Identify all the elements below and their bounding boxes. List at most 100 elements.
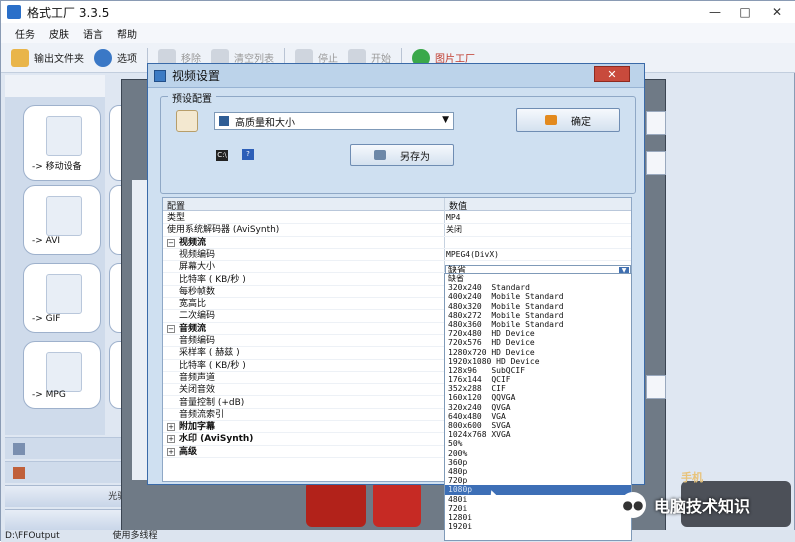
category-music[interactable] bbox=[5, 437, 133, 459]
background-window-button[interactable] bbox=[646, 111, 666, 135]
screen-size-option[interactable]: 480x320 Mobile Standard bbox=[445, 302, 631, 311]
grid-row-key: 比特率 ( KB/秒 ) bbox=[179, 360, 246, 371]
menu-task[interactable]: 任务 bbox=[15, 26, 35, 41]
screen-size-option[interactable]: 1920x1080 HD Device bbox=[445, 357, 631, 366]
expand-icon[interactable]: + bbox=[167, 447, 175, 456]
sidebar-item-gif[interactable]: -> GIF bbox=[23, 263, 101, 333]
screen-size-option[interactable]: 50% bbox=[445, 439, 631, 448]
screen-size-option[interactable]: 1280i bbox=[445, 513, 631, 522]
screen-size-option[interactable]: 160x120 QQVGA bbox=[445, 393, 631, 402]
app-logo-icon bbox=[7, 5, 21, 19]
grid-section-row[interactable]: − 视频流 bbox=[163, 237, 631, 249]
screen-size-option[interactable]: 352x288 CIF bbox=[445, 384, 631, 393]
multithread-label: 使用多线程 bbox=[112, 531, 158, 541]
screen-size-option[interactable]: 400x240 Mobile Standard bbox=[445, 292, 631, 301]
camera-image bbox=[373, 481, 421, 527]
sidebar-item-mpg[interactable]: -> MPG bbox=[23, 341, 101, 409]
grid-row-key: 屏幕大小 bbox=[179, 262, 216, 273]
grid-row-key: 附加字幕 bbox=[179, 422, 216, 433]
screen-size-option[interactable]: 480x272 Mobile Standard bbox=[445, 311, 631, 320]
grid-row-key: 每秒帧数 bbox=[179, 286, 216, 297]
menu-bar: 任务 皮肤 语言 帮助 bbox=[1, 23, 795, 43]
command-line-icon[interactable]: C:\ bbox=[216, 150, 228, 161]
grid-row-key: 高级 bbox=[179, 446, 198, 457]
expand-icon[interactable]: + bbox=[167, 435, 175, 444]
screen-size-dropdown[interactable]: 缺省 320x240 Standard 400x240 Mobile Standar… bbox=[444, 273, 632, 541]
screen-size-option[interactable]: 320x240 QVGA bbox=[445, 403, 631, 412]
folder-icon bbox=[11, 48, 29, 67]
dialog-title-bar: 视频设置 bbox=[148, 64, 644, 88]
collapse-icon[interactable]: − bbox=[167, 238, 175, 247]
save-as-button[interactable]: 另存为 bbox=[350, 144, 454, 166]
screen-size-option[interactable]: 1280x720 HD Device bbox=[445, 348, 631, 357]
grid-header-value: 数值 bbox=[449, 202, 468, 212]
screen-size-option[interactable]: 480p bbox=[445, 467, 631, 476]
screen-size-option[interactable]: 640x480 VGA bbox=[445, 412, 631, 421]
grid-row-key: 视频编码 bbox=[179, 249, 216, 260]
grid-row-key: 比特率 ( KB/秒 ) bbox=[179, 274, 246, 285]
minimize-button[interactable]: — bbox=[701, 1, 729, 23]
menu-help[interactable]: 帮助 bbox=[117, 26, 137, 41]
options-button[interactable]: 选项 bbox=[94, 48, 137, 67]
grid-row[interactable]: 使用系统解码器 (AviSynth) 关闭 bbox=[163, 224, 631, 237]
maximize-button[interactable]: □ bbox=[731, 1, 759, 23]
preset-select[interactable]: 高质量和大小 ▼ bbox=[214, 112, 454, 130]
screen-size-option[interactable]: 720i bbox=[445, 504, 631, 513]
title-bar: 格式工厂 3.3.5 — □ ✕ bbox=[1, 1, 795, 23]
screen-size-option[interactable]: 800x600 SVGA bbox=[445, 421, 631, 430]
video-settings-icon bbox=[154, 69, 166, 82]
grid-row-key: 二次编码 bbox=[179, 311, 216, 322]
close-window-button[interactable]: ✕ bbox=[763, 1, 791, 23]
preset-color-icon bbox=[219, 116, 229, 126]
menu-language[interactable]: 语言 bbox=[83, 26, 103, 41]
screen-size-option[interactable]: 1080p bbox=[445, 485, 631, 495]
background-window-button[interactable] bbox=[646, 375, 666, 399]
screen-size-option[interactable]: 176x144 QCIF bbox=[445, 375, 631, 384]
grid-row-key: 水印 (AviSynth) bbox=[179, 434, 254, 445]
grid-row-key: 类型 bbox=[167, 213, 186, 223]
screen-size-option[interactable]: 720x480 HD Device bbox=[445, 329, 631, 338]
options-icon bbox=[94, 48, 112, 67]
grid-row-value: 关闭 bbox=[446, 225, 462, 235]
output-folder-button[interactable]: 输出文件夹 bbox=[11, 48, 84, 67]
grid-row[interactable]: 类型 MP4 bbox=[163, 212, 631, 225]
grid-header: 配置 数值 bbox=[163, 198, 631, 212]
screen-size-option[interactable]: 200% bbox=[445, 449, 631, 458]
collapse-icon[interactable]: − bbox=[167, 324, 175, 333]
grid-row-key: 关闭音效 bbox=[179, 385, 216, 396]
screen-size-option[interactable]: 1920i bbox=[445, 522, 631, 531]
left-panel-header bbox=[5, 75, 105, 97]
category-picture[interactable] bbox=[5, 461, 133, 483]
grid-row-key: 音频流 bbox=[179, 323, 207, 334]
screen-size-option[interactable]: 720p bbox=[445, 476, 631, 485]
expand-icon[interactable]: + bbox=[167, 423, 175, 432]
grid-row-key: 使用系统解码器 (AviSynth) bbox=[167, 225, 280, 236]
help-icon[interactable]: ? bbox=[242, 149, 254, 160]
grid-row-key: 宽高比 bbox=[179, 299, 207, 310]
screen-size-option[interactable]: 1024x768 XVGA bbox=[445, 430, 631, 439]
grid-header-config: 配置 bbox=[167, 202, 186, 212]
screen-size-option[interactable]: 128x96 SubQCIF bbox=[445, 366, 631, 375]
screen-size-option[interactable]: 360p bbox=[445, 458, 631, 467]
screen-size-option[interactable]: 480i bbox=[445, 495, 631, 504]
grid-row[interactable]: 视频编码 MPEG4(DivX) bbox=[163, 249, 631, 262]
screen-size-option[interactable]: 缺省 bbox=[445, 274, 631, 283]
screen-size-option[interactable]: 720x576 HD Device bbox=[445, 338, 631, 347]
mobile-device-icon bbox=[46, 116, 82, 156]
preset-group-label: 预设配置 bbox=[168, 90, 216, 105]
dialog-close-button[interactable]: ✕ bbox=[594, 66, 630, 82]
screen-size-option[interactable]: 320x240 Standard bbox=[445, 283, 631, 292]
gif-icon bbox=[46, 274, 82, 314]
avi-icon bbox=[46, 196, 82, 236]
screen-size-option[interactable]: 480x360 Mobile Standard bbox=[445, 320, 631, 329]
grid-row-key: 视频流 bbox=[179, 237, 207, 248]
camcorder-image bbox=[306, 481, 366, 527]
mpg-icon bbox=[46, 352, 82, 392]
ok-button[interactable]: 确定 bbox=[516, 108, 620, 132]
menu-skin[interactable]: 皮肤 bbox=[49, 26, 69, 41]
wechat-icon: ●● bbox=[620, 492, 646, 518]
background-window-button[interactable] bbox=[646, 151, 666, 175]
grid-row-value: MP4 bbox=[446, 213, 461, 222]
sidebar-item-mobile[interactable]: -> 移动设备 bbox=[23, 105, 101, 181]
sidebar-item-avi[interactable]: -> AVI bbox=[23, 185, 101, 255]
